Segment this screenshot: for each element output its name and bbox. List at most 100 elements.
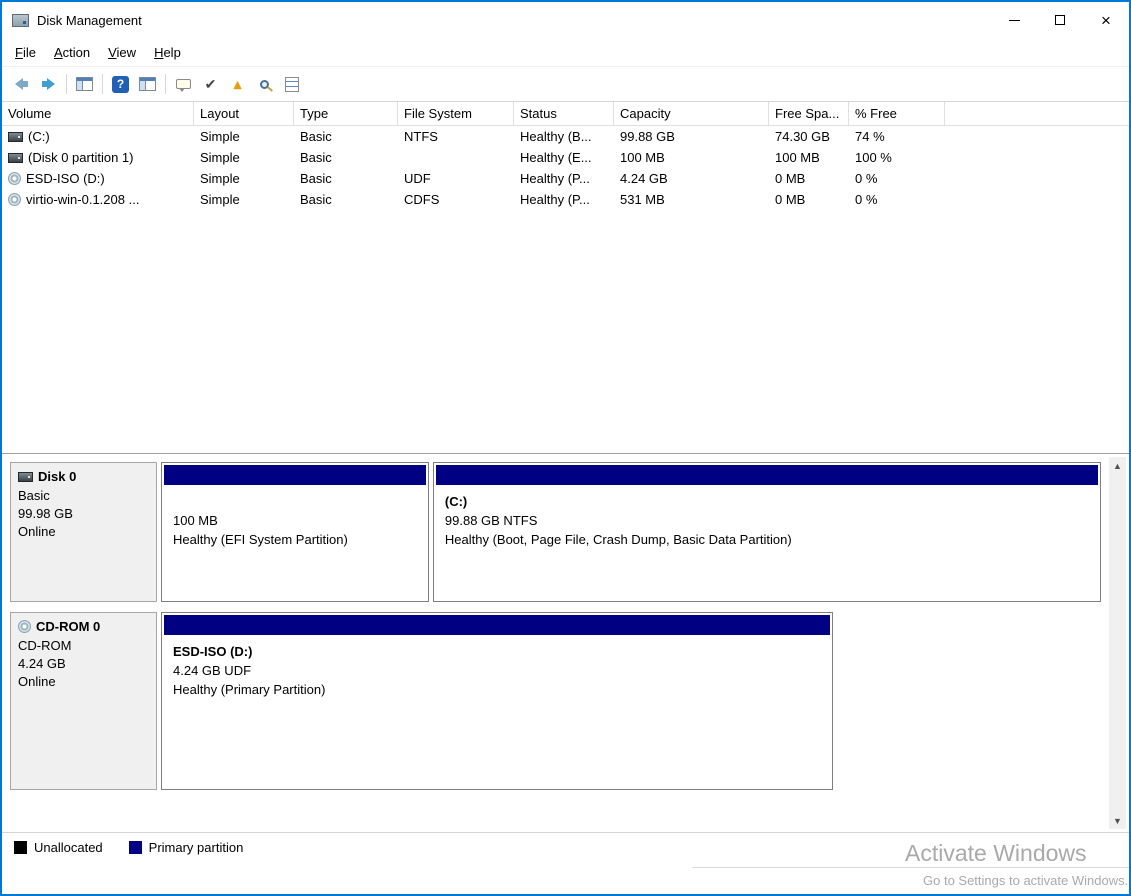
menu-action[interactable]: Action xyxy=(45,41,99,64)
disk0-label[interactable]: Disk 0 Basic 99.98 GB Online xyxy=(10,462,157,602)
back-button[interactable] xyxy=(9,72,34,97)
cell-status: Healthy (E... xyxy=(514,150,614,165)
popup-tool-button[interactable] xyxy=(171,72,196,97)
column-header-file-system[interactable]: File System xyxy=(398,102,514,125)
cell-percent-free: 74 % xyxy=(849,129,945,144)
cd-rom-icon xyxy=(18,620,31,633)
partition-c-drive[interactable]: (C:) 99.88 GB NTFS Healthy (Boot, Page F… xyxy=(433,462,1101,602)
cell-volume: ESD-ISO (D:) xyxy=(2,171,194,186)
volume-name: ESD-ISO (D:) xyxy=(26,171,105,186)
cell-free-space: 0 MB xyxy=(769,171,849,186)
table-row[interactable]: (C:) Simple Basic NTFS Healthy (B... 99.… xyxy=(2,126,1129,147)
column-header-capacity[interactable]: Capacity xyxy=(614,102,769,125)
column-header-filler xyxy=(945,102,1129,125)
forward-icon xyxy=(42,78,55,90)
cell-capacity: 4.24 GB xyxy=(614,171,769,186)
vertical-scrollbar[interactable]: ▲ ▼ xyxy=(1109,457,1126,829)
column-header-volume[interactable]: Volume xyxy=(2,102,194,125)
disk-name: Disk 0 xyxy=(38,469,76,484)
cell-volume: virtio-win-0.1.208 ... xyxy=(2,192,194,207)
cell-percent-free: 0 % xyxy=(849,192,945,207)
disk-status: Online xyxy=(18,673,149,691)
partition-status: Healthy (EFI System Partition) xyxy=(173,530,417,549)
disk-management-app-icon xyxy=(12,14,29,27)
cell-capacity: 531 MB xyxy=(614,192,769,207)
menu-view[interactable]: View xyxy=(99,41,145,64)
close-button[interactable]: × xyxy=(1083,2,1129,38)
cell-capacity: 99.88 GB xyxy=(614,129,769,144)
menu-file[interactable]: File xyxy=(6,41,45,64)
legend-label: Primary partition xyxy=(149,840,244,855)
column-header-status[interactable]: Status xyxy=(514,102,614,125)
search-tool-button[interactable] xyxy=(252,72,277,97)
disk-name: CD-ROM 0 xyxy=(36,619,100,634)
primary-partition-bar xyxy=(436,465,1098,485)
cell-type: Basic xyxy=(294,192,398,207)
partition-title: ESD-ISO (D:) xyxy=(173,642,821,661)
cell-status: Healthy (B... xyxy=(514,129,614,144)
check-tool-button[interactable]: ✔ xyxy=(198,72,223,97)
disk-size: 4.24 GB xyxy=(18,655,149,673)
table-row[interactable]: (Disk 0 partition 1) Simple Basic Health… xyxy=(2,147,1129,168)
statusbar-divider xyxy=(692,867,1129,868)
cell-volume: (C:) xyxy=(2,129,194,144)
window-title: Disk Management xyxy=(37,13,142,28)
partition-size: 4.24 GB UDF xyxy=(173,661,821,680)
minimize-button[interactable] xyxy=(991,2,1037,38)
checkmark-icon: ✔ xyxy=(205,76,217,93)
cell-type: Basic xyxy=(294,150,398,165)
minimize-icon xyxy=(1009,20,1020,21)
volume-name: (Disk 0 partition 1) xyxy=(28,150,133,165)
partition-esd-iso[interactable]: ESD-ISO (D:) 4.24 GB UDF Healthy (Primar… xyxy=(161,612,833,790)
partition-status: Healthy (Boot, Page File, Crash Dump, Ba… xyxy=(445,530,1089,549)
cell-status: Healthy (P... xyxy=(514,171,614,186)
menubar: File Action View Help xyxy=(2,38,1129,67)
legend-item-unallocated: Unallocated xyxy=(14,840,103,855)
disk-size: 99.98 GB xyxy=(18,505,149,523)
maximize-button[interactable] xyxy=(1037,2,1083,38)
table-row[interactable]: virtio-win-0.1.208 ... Simple Basic CDFS… xyxy=(2,189,1129,210)
drive-icon xyxy=(8,132,23,142)
cell-file-system: NTFS xyxy=(398,129,514,144)
partition-status: Healthy (Primary Partition) xyxy=(173,680,821,699)
cell-file-system: CDFS xyxy=(398,192,514,207)
volume-list-pane: Volume Layout Type File System Status Ca… xyxy=(2,102,1129,454)
up-tool-button[interactable]: ▲ xyxy=(225,72,250,97)
show-action-pane-button[interactable] xyxy=(135,72,160,97)
column-header-layout[interactable]: Layout xyxy=(194,102,294,125)
search-icon xyxy=(260,80,269,89)
show-console-tree-button[interactable] xyxy=(72,72,97,97)
cell-percent-free: 100 % xyxy=(849,150,945,165)
scroll-down-icon[interactable]: ▼ xyxy=(1109,812,1126,829)
help-button[interactable]: ? xyxy=(108,72,133,97)
properties-tool-button[interactable] xyxy=(279,72,304,97)
legend-label: Unallocated xyxy=(34,840,103,855)
partition-size: 99.88 GB NTFS xyxy=(445,511,1089,530)
scroll-up-icon[interactable]: ▲ xyxy=(1109,457,1126,474)
cell-type: Basic xyxy=(294,129,398,144)
disk-type: CD-ROM xyxy=(18,637,149,655)
popup-icon xyxy=(176,79,191,89)
toolbar-separator xyxy=(66,74,67,94)
column-header-percent-free[interactable]: % Free xyxy=(849,102,945,125)
partition-efi-system[interactable]: 100 MB Healthy (EFI System Partition) xyxy=(161,462,429,602)
partition-title xyxy=(173,492,417,511)
legend-bar: Unallocated Primary partition xyxy=(2,832,1129,862)
graphical-view-pane: Disk 0 Basic 99.98 GB Online 100 MB Heal… xyxy=(2,454,1129,832)
primary-partition-bar xyxy=(164,615,830,635)
cell-free-space: 0 MB xyxy=(769,192,849,207)
cdrom0-label[interactable]: CD-ROM 0 CD-ROM 4.24 GB Online xyxy=(10,612,157,790)
show-action-pane-icon xyxy=(139,77,156,91)
close-icon: × xyxy=(1101,12,1111,29)
column-header-free-space[interactable]: Free Spa... xyxy=(769,102,849,125)
toolbar: ? ✔ ▲ xyxy=(2,67,1129,102)
partition-size: 100 MB xyxy=(173,511,417,530)
forward-button[interactable] xyxy=(36,72,61,97)
menu-help[interactable]: Help xyxy=(145,41,190,64)
up-arrow-icon: ▲ xyxy=(231,77,244,92)
column-header-type[interactable]: Type xyxy=(294,102,398,125)
cell-status: Healthy (P... xyxy=(514,192,614,207)
drive-icon xyxy=(8,153,23,163)
table-row[interactable]: ESD-ISO (D:) Simple Basic UDF Healthy (P… xyxy=(2,168,1129,189)
disk-management-window: Disk Management × File Action View Help … xyxy=(0,0,1131,896)
